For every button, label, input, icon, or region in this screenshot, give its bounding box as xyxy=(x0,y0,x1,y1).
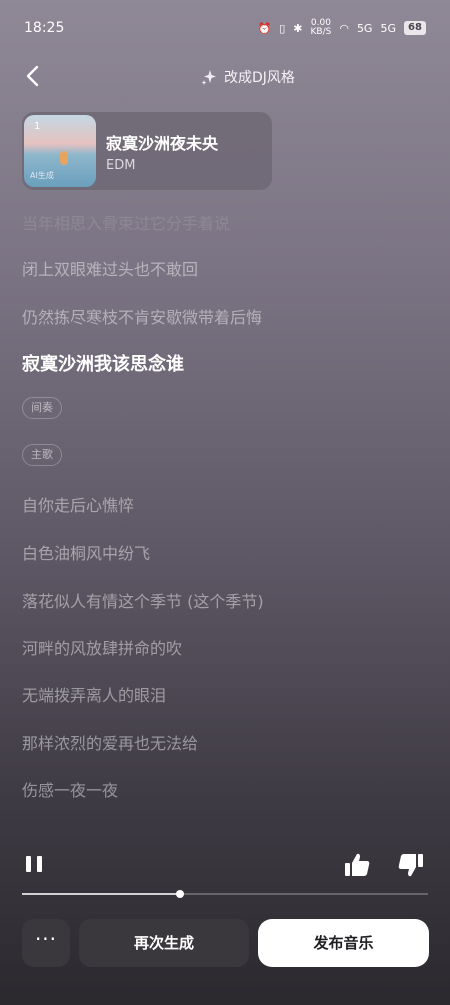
section-tag-verse: 主歌 xyxy=(22,444,62,466)
change-dj-style-label: 改成DJ风格 xyxy=(224,70,295,86)
status-time: 18:25 xyxy=(24,20,65,36)
lyric-line: 无端拨弄离人的眼泪 xyxy=(22,686,167,705)
lyric-line-active: 寂寞沙洲我该思念谁 xyxy=(22,354,184,375)
dislike-button[interactable] xyxy=(396,850,426,880)
status-icons: ⏰ ▯ ✱ 0.00 KB/S ◠ 5G 5G 68 xyxy=(258,19,426,37)
lyric-line: 落花似人有情这个季节 (这个季节) xyxy=(22,592,264,611)
alarm-icon: ⏰ xyxy=(257,21,272,35)
top-bar: 改成DJ风格 xyxy=(0,56,450,96)
pause-icon xyxy=(26,856,31,872)
album-cover: 1 AI生成 xyxy=(24,115,96,187)
pause-button[interactable] xyxy=(24,854,46,876)
lyric-line: 伤感一夜一夜 xyxy=(22,781,119,800)
bottom-actions: ··· 再次生成 发布音乐 xyxy=(0,919,450,967)
back-button[interactable] xyxy=(20,62,48,90)
cover-caption: AI生成 xyxy=(30,171,54,180)
song-info: 寂寞沙洲夜未央 EDM xyxy=(106,130,218,173)
progress-knob[interactable] xyxy=(176,890,185,898)
sparkle-icon xyxy=(201,70,216,85)
wifi-icon: ◠ xyxy=(339,21,349,35)
pause-icon xyxy=(37,856,42,872)
more-button[interactable]: ··· xyxy=(22,919,70,967)
signal-5g-2: 5G xyxy=(380,21,396,35)
chevron-left-icon xyxy=(26,65,39,87)
song-genre: EDM xyxy=(106,157,136,173)
lyric-line: 河畔的风放肆拼命的吹 xyxy=(22,639,183,658)
change-dj-style-button[interactable]: 改成DJ风格 xyxy=(200,66,295,88)
battery-icon: 68 xyxy=(404,21,426,35)
signal-5g-1: 5G xyxy=(356,21,373,35)
like-button[interactable] xyxy=(342,850,372,880)
progress-fill xyxy=(22,893,181,895)
player-controls xyxy=(0,840,450,890)
regenerate-button[interactable]: 再次生成 xyxy=(79,919,249,967)
progress-bar[interactable] xyxy=(22,890,428,898)
cover-figure xyxy=(60,151,68,165)
song-title: 寂寞沙洲夜未央 xyxy=(106,133,219,153)
song-card[interactable]: 1 AI生成 寂寞沙洲夜未央 EDM xyxy=(22,112,272,190)
lyric-line: 闭上双眼难过头也不敢回 xyxy=(22,260,199,279)
bluetooth-icon: ✱ xyxy=(293,21,303,35)
vibrate-icon: ▯ xyxy=(279,21,286,35)
status-bar: 18:25 ⏰ ▯ ✱ 0.00 KB/S ◠ 5G 5G 68 xyxy=(0,0,450,56)
lyric-line-faded: 当年相思入骨束过它分手着说 xyxy=(22,214,231,233)
thumbs-down-icon xyxy=(398,854,423,877)
lyric-line: 自你走后心憔悴 xyxy=(22,496,135,515)
lyric-line: 那样浓烈的爱再也无法给 xyxy=(22,734,199,753)
cover-number: 1 xyxy=(34,121,41,132)
network-speed: 0.00 KB/S xyxy=(311,19,332,37)
network-speed-unit: KB/S xyxy=(310,27,332,37)
lyric-line: 仍然拣尽寒枝不肯安歇微带着后悔 xyxy=(22,308,263,327)
publish-button[interactable]: 发布音乐 xyxy=(258,919,429,967)
lyric-line: 白色油桐风中纷飞 xyxy=(22,544,151,563)
section-tag-interlude: 间奏 xyxy=(22,397,62,419)
thumbs-up-icon xyxy=(345,853,370,876)
